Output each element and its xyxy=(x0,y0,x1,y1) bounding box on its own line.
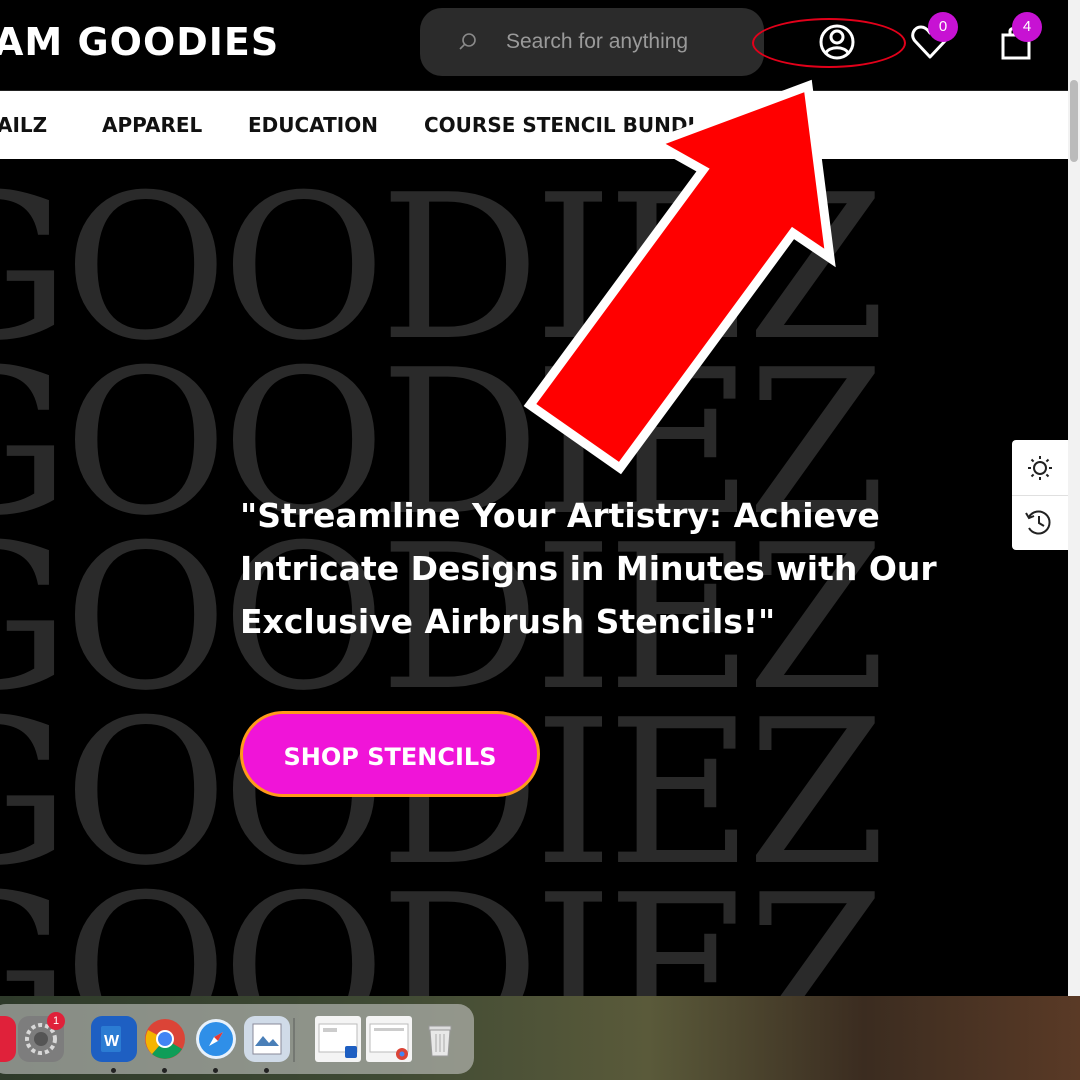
search-input[interactable] xyxy=(504,29,748,55)
settings-badge: 1 xyxy=(47,1012,65,1030)
word-icon[interactable]: W xyxy=(91,1016,137,1062)
running-indicator xyxy=(213,1068,218,1073)
window-thumbnail-word-icon[interactable] xyxy=(315,1016,361,1062)
nav-item-course-stencil-bundle[interactable]: COURSE STENCIL BUNDL xyxy=(424,113,700,137)
site-header: AM GOODIES 0 4 xyxy=(0,0,1068,91)
site-logo[interactable]: AM GOODIES xyxy=(0,20,279,64)
main-nav: AILZ APPAREL EDUCATION COURSE STENCIL BU… xyxy=(0,91,1068,159)
app-red-icon[interactable] xyxy=(0,1016,16,1062)
running-indicator xyxy=(162,1068,167,1073)
history-icon[interactable] xyxy=(1012,495,1068,550)
annotation-highlight-ellipse xyxy=(752,18,906,68)
cart-count-badge: 4 xyxy=(1012,12,1042,42)
window-thumbnail-chrome-icon[interactable] xyxy=(366,1016,412,1062)
preview-icon[interactable] xyxy=(244,1016,290,1062)
hero-headline: "Streamline Your Artistry: Achieve Intri… xyxy=(240,496,937,641)
running-indicator xyxy=(111,1068,116,1073)
hero-background-text: GOODIEZ xyxy=(0,852,886,997)
trash-icon[interactable] xyxy=(417,1016,463,1062)
search-bar[interactable] xyxy=(420,8,764,76)
safari-icon[interactable] xyxy=(193,1016,239,1062)
running-indicator xyxy=(264,1068,269,1073)
wishlist-count-badge: 0 xyxy=(928,12,958,42)
sun-icon[interactable] xyxy=(1012,440,1068,495)
scrollbar-thumb[interactable] xyxy=(1070,80,1078,162)
chrome-icon[interactable] xyxy=(142,1016,188,1062)
shop-stencils-button[interactable]: SHOP STENCILS xyxy=(240,711,540,797)
svg-text:W: W xyxy=(104,1033,120,1050)
hero-banner: GOODIEZ GOODIEZ GOODIEZ GOODIEZ GOODIEZ … xyxy=(0,159,1068,996)
dock-separator xyxy=(293,1018,295,1062)
side-tools-panel xyxy=(1012,440,1068,550)
nav-item-nailz[interactable]: AILZ xyxy=(0,113,47,137)
macos-dock: 1 W xyxy=(0,1004,474,1074)
nav-item-apparel[interactable]: APPAREL xyxy=(102,113,202,137)
search-icon xyxy=(459,33,476,50)
page-scrollbar[interactable] xyxy=(1068,0,1080,996)
nav-item-education[interactable]: EDUCATION xyxy=(248,113,378,137)
